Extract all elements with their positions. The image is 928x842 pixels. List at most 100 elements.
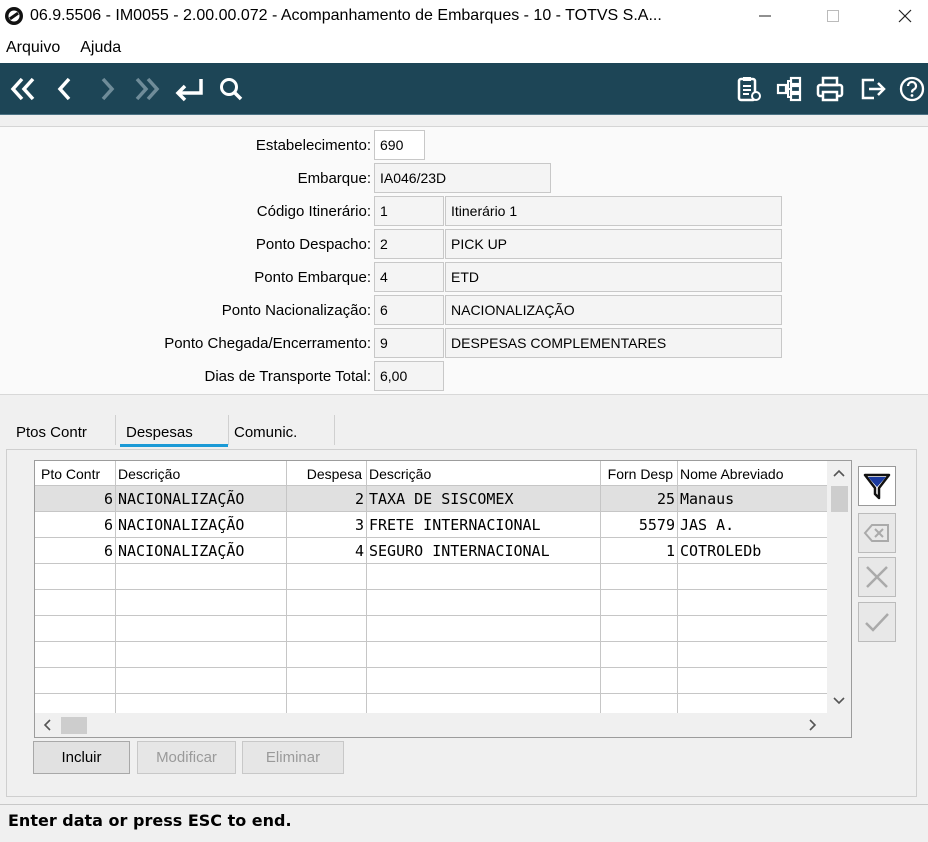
cell-despesa[interactable]	[287, 642, 367, 667]
table-row[interactable]	[35, 616, 827, 642]
codigo-itinerario-code[interactable]: 1	[374, 196, 444, 226]
cell-nome-abreviado[interactable]	[678, 642, 827, 667]
cell-forn-desp[interactable]	[601, 564, 678, 589]
table-row[interactable]	[35, 642, 827, 668]
cell-nome-abreviado[interactable]	[678, 590, 827, 615]
clear-filter-button[interactable]	[858, 513, 896, 553]
cell-descricao-1[interactable]	[116, 616, 287, 641]
cell-pto-contr[interactable]	[35, 616, 116, 641]
cell-forn-desp[interactable]	[601, 668, 678, 693]
cell-despesa[interactable]	[287, 564, 367, 589]
first-record-button[interactable]	[6, 71, 40, 107]
vertical-scroll-thumb[interactable]	[831, 486, 848, 512]
cell-nome-abreviado[interactable]: COTROLEDb	[678, 538, 827, 563]
cell-descricao-2[interactable]	[367, 616, 601, 641]
cell-descricao-1[interactable]	[116, 668, 287, 693]
embarque-field[interactable]: IA046/23D	[374, 163, 551, 193]
next-record-button[interactable]	[90, 71, 124, 107]
table-row[interactable]	[35, 668, 827, 694]
cell-forn-desp[interactable]: 25	[601, 486, 678, 511]
cell-descricao-2[interactable]: TAXA DE SISCOMEX	[367, 486, 601, 511]
maximize-button[interactable]	[810, 0, 856, 32]
cell-nome-abreviado[interactable]	[678, 616, 827, 641]
tab-ptos-contr[interactable]: Ptos Contr	[16, 424, 87, 441]
cell-pto-contr[interactable]: 6	[35, 512, 116, 537]
cell-descricao-2[interactable]	[367, 642, 601, 667]
cell-descricao-2[interactable]	[367, 590, 601, 615]
cell-descricao-1[interactable]: NACIONALIZAÇÃO	[116, 486, 287, 511]
cell-forn-desp[interactable]	[601, 616, 678, 641]
cancel-button[interactable]	[858, 557, 896, 597]
cell-forn-desp[interactable]	[601, 642, 678, 667]
cell-descricao-1[interactable]: NACIONALIZAÇÃO	[116, 512, 287, 537]
cell-despesa[interactable]	[287, 590, 367, 615]
cell-nome-abreviado[interactable]: Manaus	[678, 486, 827, 511]
cell-forn-desp[interactable]: 1	[601, 538, 678, 563]
table-row[interactable]	[35, 590, 827, 616]
cell-despesa[interactable]: 2	[287, 486, 367, 511]
cell-descricao-2[interactable]	[367, 668, 601, 693]
cell-despesa[interactable]: 4	[287, 538, 367, 563]
dias-transporte-field[interactable]: 6,00	[374, 361, 444, 391]
estabelecimento-field[interactable]: 690	[374, 130, 425, 160]
cell-pto-contr[interactable]	[35, 590, 116, 615]
cell-descricao-1[interactable]	[116, 642, 287, 667]
go-to-button[interactable]	[172, 71, 206, 107]
eliminar-button[interactable]: Eliminar	[242, 741, 344, 774]
help-button[interactable]	[896, 71, 928, 107]
cell-descricao-1[interactable]	[116, 564, 287, 589]
scroll-right-button[interactable]	[801, 713, 825, 737]
cell-descricao-1[interactable]: NACIONALIZAÇÃO	[116, 538, 287, 563]
search-button[interactable]	[214, 71, 248, 107]
cell-forn-desp[interactable]: 5579	[601, 512, 678, 537]
col-despesa[interactable]: Despesa	[287, 461, 367, 486]
cell-nome-abreviado[interactable]	[678, 564, 827, 589]
table-row[interactable]: 6 NACIONALIZAÇÃO 2 TAXA DE SISCOMEX 25 Manaus	[35, 486, 827, 512]
col-nome-abreviado[interactable]: Nome Abreviado	[678, 461, 827, 486]
scroll-left-button[interactable]	[35, 713, 59, 737]
cell-nome-abreviado[interactable]: JAS A.	[678, 512, 827, 537]
clipboard-button[interactable]	[732, 71, 766, 107]
filter-button[interactable]	[858, 466, 896, 506]
table-row[interactable]	[35, 564, 827, 590]
tab-despesas[interactable]: Despesas	[126, 424, 193, 441]
cell-pto-contr[interactable]: 6	[35, 538, 116, 563]
ponto-chegada-code[interactable]: 9	[374, 328, 444, 358]
cell-pto-contr[interactable]	[35, 564, 116, 589]
modificar-button[interactable]: Modificar	[137, 741, 236, 774]
ponto-despacho-code[interactable]: 2	[374, 229, 444, 259]
tree-button[interactable]	[772, 71, 806, 107]
tab-comunic[interactable]: Comunic.	[234, 424, 297, 441]
cell-despesa[interactable]: 3	[287, 512, 367, 537]
cell-nome-abreviado[interactable]	[678, 668, 827, 693]
exit-button[interactable]	[856, 71, 890, 107]
confirm-button[interactable]	[858, 602, 896, 642]
table-row[interactable]: 6 NACIONALIZAÇÃO 4 SEGURO INTERNACIONAL 1 COT…	[35, 538, 827, 564]
cell-descricao-2[interactable]	[367, 564, 601, 589]
despesas-grid[interactable]: Pto Contr Descrição Despesa Descrição Fo…	[34, 460, 852, 738]
minimize-button[interactable]	[742, 0, 788, 32]
cell-descricao-2[interactable]: FRETE INTERNACIONAL	[367, 512, 601, 537]
cell-forn-desp[interactable]	[601, 590, 678, 615]
cell-despesa[interactable]	[287, 616, 367, 641]
cell-pto-contr[interactable]	[35, 642, 116, 667]
col-pto-contr[interactable]: Pto Contr	[35, 461, 116, 486]
scroll-up-button[interactable]	[827, 461, 851, 485]
horizontal-scroll-thumb[interactable]	[61, 717, 87, 734]
scroll-down-button[interactable]	[827, 689, 851, 713]
last-record-button[interactable]	[130, 71, 164, 107]
close-button[interactable]	[882, 0, 928, 32]
incluir-button[interactable]: Incluir	[33, 741, 130, 774]
col-descricao-1[interactable]: Descrição	[116, 461, 287, 486]
cell-pto-contr[interactable]	[35, 668, 116, 693]
menu-arquivo[interactable]: Arquivo	[6, 39, 60, 57]
cell-descricao-1[interactable]	[116, 590, 287, 615]
col-descricao-2[interactable]: Descrição	[367, 461, 601, 486]
vertical-scrollbar[interactable]	[827, 461, 851, 713]
cell-despesa[interactable]	[287, 668, 367, 693]
menu-ajuda[interactable]: Ajuda	[80, 39, 121, 57]
col-forn-desp[interactable]: Forn Desp	[601, 461, 678, 486]
ponto-embarque-code[interactable]: 4	[374, 262, 444, 292]
previous-record-button[interactable]	[48, 71, 82, 107]
print-button[interactable]	[813, 71, 847, 107]
